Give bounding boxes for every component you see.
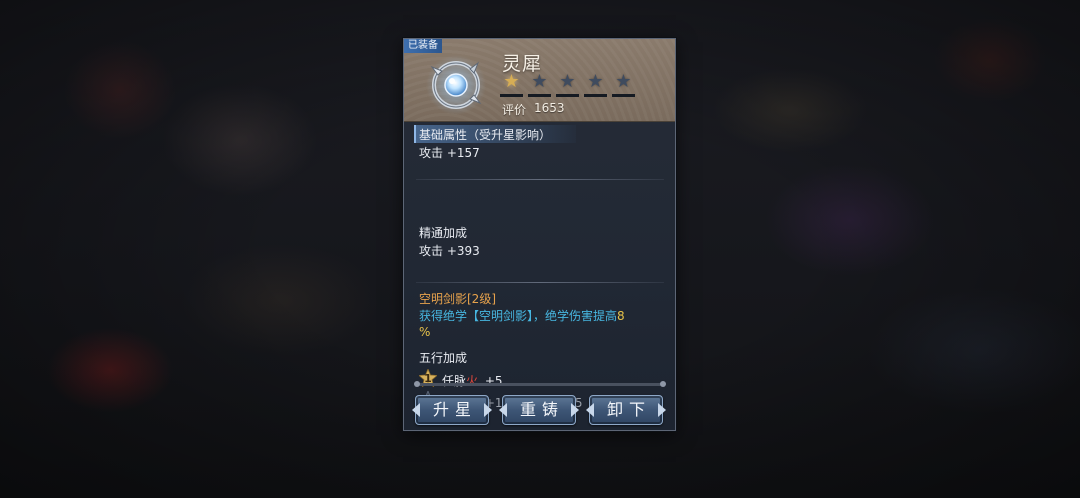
divider — [416, 179, 664, 180]
mastery-attack-value: 攻击 +393 — [419, 244, 480, 258]
skill-description-text: 获得绝学【空明剑影】，绝学伤害提高 — [419, 309, 618, 323]
star-underline — [556, 94, 579, 97]
skill-bonus-unit: % — [419, 325, 431, 339]
item-header: 已装备 灵犀 ★ ★ ★ ★ ★ 评价 1653 — [404, 39, 675, 122]
rating-value: 1653 — [534, 101, 565, 115]
scroll-end-dot — [660, 381, 666, 387]
star-icon: ★ — [531, 71, 548, 92]
star-filled-icon: ★ — [500, 73, 523, 97]
star-empty-icon: ★ — [556, 73, 579, 97]
unequip-button[interactable]: 卸下 — [589, 395, 663, 425]
star-empty-icon: ★ — [584, 73, 607, 97]
star-underline — [500, 94, 523, 97]
divider — [416, 282, 664, 283]
star-rating: ★ ★ ★ ★ ★ — [500, 73, 635, 97]
star-empty-icon: ★ — [528, 73, 551, 97]
star-underline — [612, 94, 635, 97]
skill-description: 获得绝学【空明剑影】，绝学伤害提高8 — [419, 307, 625, 324]
equipped-badge: 已装备 — [404, 39, 442, 53]
scrollbar[interactable] — [414, 381, 666, 387]
base-attack-value: 攻击 +157 — [419, 146, 480, 160]
mastery-title: 精通加成 — [419, 226, 468, 240]
base-attributes-title: 基础属性（受升星影响） — [419, 128, 552, 142]
scroll-start-dot — [414, 381, 420, 387]
star-icon: ★ — [615, 71, 632, 92]
star-empty-icon: ★ — [612, 73, 635, 97]
star-icon: ★ — [503, 71, 520, 92]
star-icon: ★ — [559, 71, 576, 92]
star-underline — [584, 94, 607, 97]
five-elements-title: 五行加成 — [419, 351, 468, 365]
reforge-button[interactable]: 重铸 — [502, 395, 576, 425]
skill-name: 空明剑影[2级] — [419, 292, 496, 306]
rating-row: 评价 1653 — [502, 101, 565, 118]
upgrade-star-button[interactable]: 升星 — [415, 395, 489, 425]
item-detail-panel: 已装备 灵犀 ★ ★ ★ ★ ★ 评价 1653 基础属性（受升星影响） 攻击 … — [403, 38, 676, 431]
rating-label: 评价 — [502, 103, 527, 117]
star-icon: ★ — [587, 71, 604, 92]
ring-artifact-icon[interactable] — [424, 53, 488, 117]
star-underline — [528, 94, 551, 97]
tier-1-row: 任脉火 +5 — [442, 372, 503, 389]
skill-bonus-value: 8 — [617, 309, 625, 323]
